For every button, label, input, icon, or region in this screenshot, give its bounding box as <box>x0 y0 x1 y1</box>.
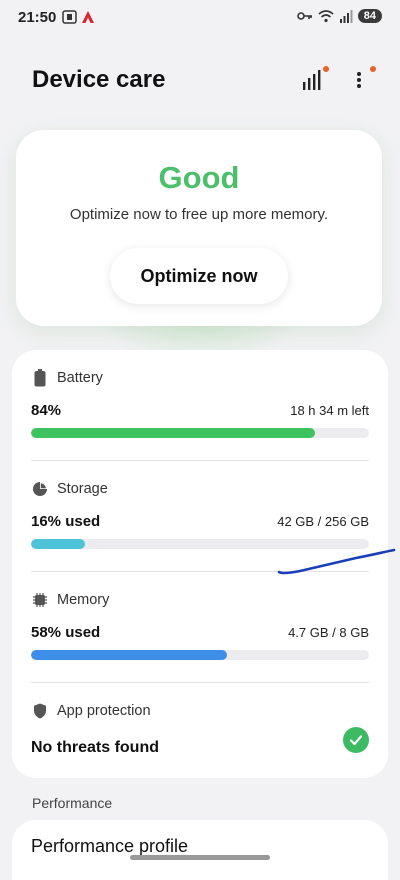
status-message: Optimize now to free up more memory. <box>69 206 329 223</box>
storage-progress-fill <box>31 539 86 549</box>
pie-chart-icon <box>31 480 49 498</box>
threat-status: No threats found <box>31 739 159 756</box>
battery-time-left: 18 h 34 m left <box>290 403 369 418</box>
battery-section[interactable]: Battery 84% 18 h 34 m left <box>31 368 369 448</box>
battery-progress-fill <box>31 428 315 438</box>
notification-dot <box>370 66 376 72</box>
screenshot-icon <box>62 10 77 24</box>
home-indicator[interactable] <box>130 855 270 860</box>
memory-usage-detail: 4.7 GB / 8 GB <box>288 625 369 640</box>
battery-label: Battery <box>57 370 103 386</box>
optimize-now-button[interactable]: Optimize now <box>110 248 288 304</box>
divider <box>31 682 369 683</box>
storage-used-percent: 16% used <box>31 513 101 530</box>
storage-section[interactable]: Storage 16% used 42 GB / 256 GB <box>31 479 369 559</box>
device-status: Good <box>158 160 240 195</box>
battery-icon <box>31 369 49 387</box>
status-right-icons: 84 <box>296 9 382 23</box>
notification-dot <box>323 66 329 72</box>
status-notification-icons <box>62 10 95 24</box>
memory-progress-bar <box>31 650 369 660</box>
app-protection-section[interactable]: App protection No threats found <box>31 701 369 765</box>
memory-label: Memory <box>57 592 110 608</box>
storage-usage-detail: 42 GB / 256 GB <box>277 514 369 529</box>
app-notification-icon <box>82 11 94 23</box>
memory-section[interactable]: Memory 58% used 4.7 GB / 8 GB <box>31 590 369 670</box>
more-options-button[interactable] <box>346 64 376 94</box>
memory-used-percent: 58% used <box>31 624 101 641</box>
status-time: 21:50 <box>18 9 57 26</box>
divider <box>31 460 369 461</box>
status-card: Good Optimize now to free up more memory… <box>16 130 382 326</box>
page-title: Device care <box>32 66 166 93</box>
device-info-card: Battery 84% 18 h 34 m left Storage 16% u… <box>12 350 388 778</box>
memory-chip-icon <box>31 591 49 609</box>
memory-progress-fill <box>31 650 228 660</box>
performance-card: Performance profile <box>12 820 388 880</box>
key-icon <box>296 12 312 20</box>
shield-icon <box>31 702 49 720</box>
header: Device care <box>0 60 400 104</box>
status-bar: 21:50 84 <box>0 0 400 38</box>
battery-percent: 84% <box>31 402 62 419</box>
performance-profile-item[interactable]: Performance profile <box>31 836 188 857</box>
storage-label: Storage <box>57 481 108 497</box>
cell-signal-icon <box>339 9 353 23</box>
battery-level-badge: 84 <box>357 9 382 23</box>
check-circle-icon <box>343 727 369 753</box>
battery-progress-bar <box>31 428 369 438</box>
performance-section-header: Performance <box>32 795 113 811</box>
diagnostics-button[interactable] <box>298 64 329 94</box>
wifi-icon <box>318 9 334 22</box>
storage-progress-bar <box>31 539 369 549</box>
divider <box>31 571 369 572</box>
app-protection-label: App protection <box>57 703 151 719</box>
